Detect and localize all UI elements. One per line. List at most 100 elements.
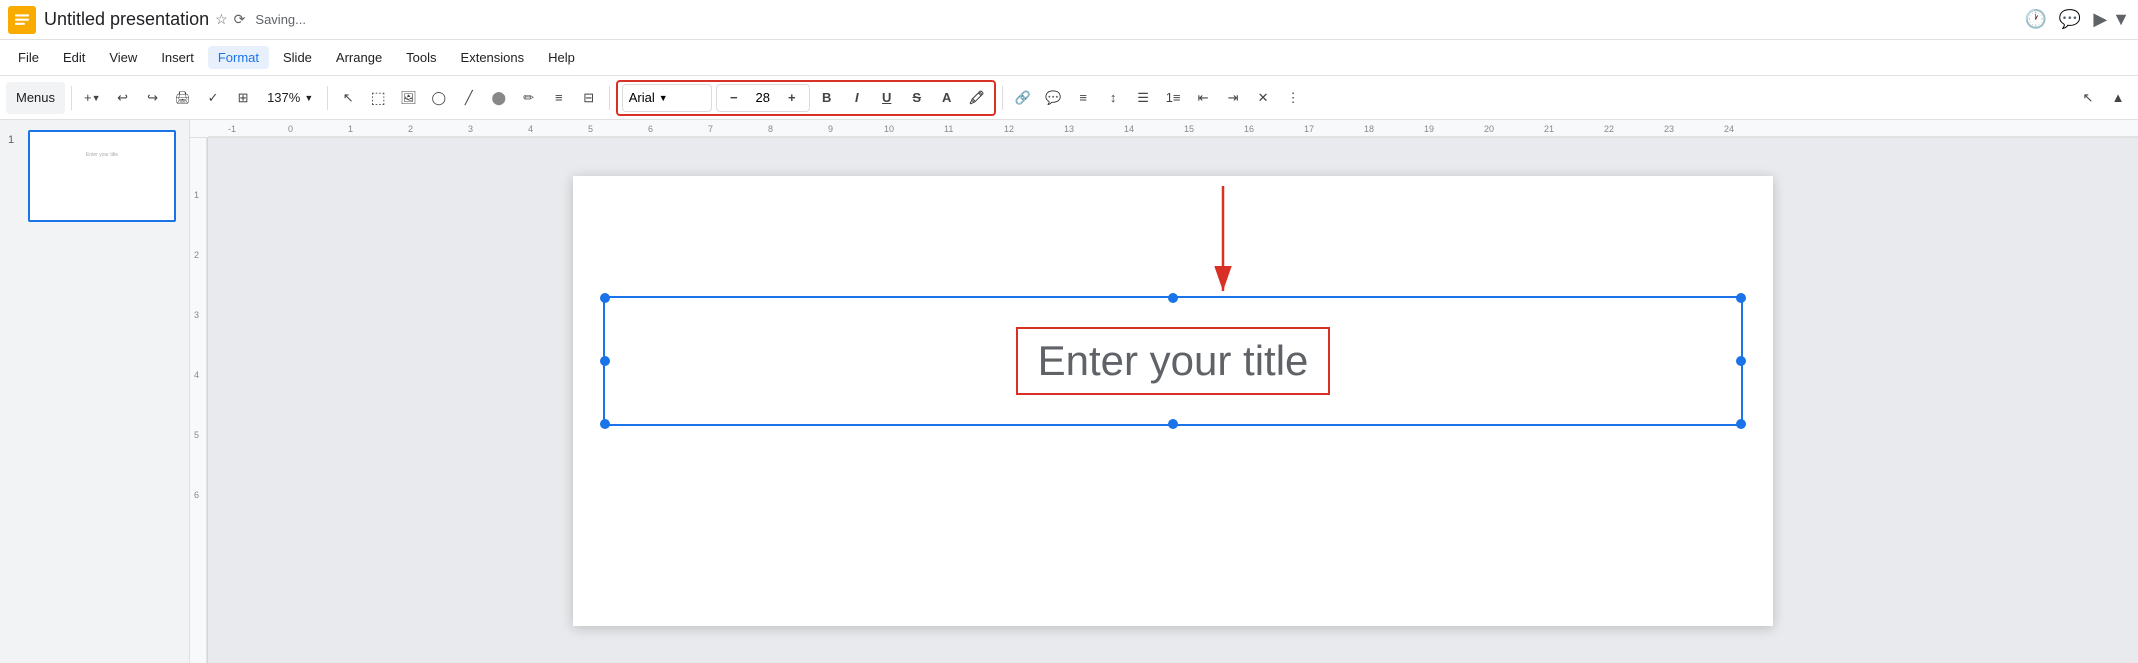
link-button[interactable]: 🔗 xyxy=(1009,82,1037,114)
strikethrough-button[interactable]: S xyxy=(904,85,930,111)
menu-help[interactable]: Help xyxy=(538,46,585,69)
bold-button[interactable]: B xyxy=(814,85,840,111)
handle-middle-right[interactable] xyxy=(1736,356,1746,366)
svg-text:1: 1 xyxy=(348,124,353,134)
handle-top-left[interactable] xyxy=(600,293,610,303)
font-size-input[interactable] xyxy=(749,90,777,105)
svg-text:12: 12 xyxy=(1004,124,1014,134)
handle-bottom-left[interactable] xyxy=(600,419,610,429)
menu-slide[interactable]: Slide xyxy=(273,46,322,69)
handle-bottom-right[interactable] xyxy=(1736,419,1746,429)
svg-text:4: 4 xyxy=(194,370,199,380)
svg-text:8: 8 xyxy=(768,124,773,134)
svg-text:11: 11 xyxy=(944,124,953,134)
handle-top-right[interactable] xyxy=(1736,293,1746,303)
comments-icon[interactable]: 💬 xyxy=(2059,9,2081,30)
indent-increase[interactable]: ⇥ xyxy=(1219,82,1247,114)
undo-button[interactable]: ↩ xyxy=(109,82,137,114)
font-size-decrease[interactable]: − xyxy=(721,85,747,111)
svg-text:21: 21 xyxy=(1544,124,1554,134)
line-height-button[interactable]: ↕ xyxy=(1099,82,1127,114)
present-button[interactable]: ▶ ▼ xyxy=(2093,9,2130,30)
handle-top-middle[interactable] xyxy=(1168,293,1178,303)
zoom-selector[interactable]: 137% ▼ xyxy=(259,86,321,109)
print-button[interactable]: 🖨 xyxy=(169,82,198,114)
svg-text:23: 23 xyxy=(1664,124,1674,134)
slide-thumbnail-1[interactable]: Enter your title xyxy=(28,130,176,222)
cursor-button[interactable]: ↖ xyxy=(2074,82,2102,114)
star-icon[interactable]: ☆ xyxy=(215,11,228,28)
toolbar: Menus + ▼ ↩ ↪ 🖨 ✓ ⊞ 137% ▼ ↖ ⬚ 🖼 ◯ ╱ ⬤ ✏… xyxy=(0,76,2138,120)
svg-text:22: 22 xyxy=(1604,124,1614,134)
indent-decrease[interactable]: ⇤ xyxy=(1189,82,1217,114)
svg-text:15: 15 xyxy=(1184,124,1194,134)
spellcheck-button[interactable]: ✓ xyxy=(199,82,227,114)
handle-bottom-middle[interactable] xyxy=(1168,419,1178,429)
top-right-controls: 🕐 💬 ▶ ▼ xyxy=(2024,9,2130,30)
svg-text:4: 4 xyxy=(528,124,533,134)
align-button[interactable]: ≡ xyxy=(545,82,573,114)
more-options-button[interactable]: ⋮ xyxy=(1279,82,1307,114)
line-button[interactable]: ╱ xyxy=(455,82,483,114)
title-bar: Untitled presentation ☆ ⟳ Saving... 🕐 💬 … xyxy=(0,0,2138,40)
svg-text:0: 0 xyxy=(288,124,293,134)
zoom-value: 137% xyxy=(267,90,300,105)
menu-extensions[interactable]: Extensions xyxy=(451,46,535,69)
add-button[interactable]: + ▼ xyxy=(78,82,107,114)
image-button[interactable]: 🖼 xyxy=(394,82,423,114)
svg-text:10: 10 xyxy=(884,124,894,134)
svg-text:3: 3 xyxy=(468,124,473,134)
divider-3 xyxy=(609,86,610,110)
canvas-area: -1 0 1 2 3 4 5 6 7 8 9 10 11 12 13 14 15… xyxy=(190,120,2138,663)
select-button[interactable]: ⬚ xyxy=(364,82,392,114)
ordered-list-button[interactable]: 1≡ xyxy=(1159,82,1187,114)
handle-middle-left[interactable] xyxy=(600,356,610,366)
zoom-chevron: ▼ xyxy=(304,93,313,103)
zoom-fit-button[interactable]: ⊞ xyxy=(229,82,257,114)
add-icon: + xyxy=(84,90,92,105)
distribute-button[interactable]: ⊟ xyxy=(575,82,603,114)
svg-text:13: 13 xyxy=(1064,124,1074,134)
slide-canvas[interactable]: Enter your title xyxy=(208,138,2138,663)
redo-button[interactable]: ↪ xyxy=(139,82,167,114)
text-color-button[interactable]: A xyxy=(934,85,960,111)
title-textbox[interactable]: Enter your title xyxy=(603,296,1743,426)
menus-button[interactable]: Menus xyxy=(6,82,65,114)
slide-panel: 1 Enter your title xyxy=(0,120,190,663)
fill-button[interactable]: ⬤ xyxy=(485,82,513,114)
svg-text:9: 9 xyxy=(828,124,833,134)
menu-insert[interactable]: Insert xyxy=(151,46,204,69)
menu-edit[interactable]: Edit xyxy=(53,46,95,69)
svg-text:17: 17 xyxy=(1304,124,1314,134)
menu-format[interactable]: Format xyxy=(208,46,269,69)
menu-tools[interactable]: Tools xyxy=(396,46,446,69)
menu-arrange[interactable]: Arrange xyxy=(326,46,392,69)
version-history-icon[interactable]: 🕐 xyxy=(2024,9,2046,30)
text-align-button[interactable]: ≡ xyxy=(1069,82,1097,114)
menu-file[interactable]: File xyxy=(8,46,49,69)
comment-button[interactable]: 💬 xyxy=(1039,82,1067,114)
font-size-increase[interactable]: + xyxy=(779,85,805,111)
clear-format-button[interactable]: ✕ xyxy=(1249,82,1277,114)
main-area: 1 Enter your title -1 0 1 2 3 4 5 6 7 8 xyxy=(0,120,2138,663)
font-name-selector[interactable]: Arial ▼ xyxy=(622,84,712,112)
doc-title[interactable]: Untitled presentation xyxy=(44,9,209,30)
pointer-button[interactable]: ↖ xyxy=(334,82,362,114)
history-icon[interactable]: ⟳ xyxy=(234,11,246,28)
menus-label: Menus xyxy=(16,90,55,105)
underline-button[interactable]: U xyxy=(874,85,900,111)
italic-button[interactable]: I xyxy=(844,85,870,111)
divider-1 xyxy=(71,86,72,110)
font-chevron: ▼ xyxy=(659,93,668,103)
svg-text:1: 1 xyxy=(194,190,199,200)
highlight-button[interactable]: 🖍 xyxy=(964,85,990,111)
pen-button[interactable]: ✏ xyxy=(515,82,543,114)
list-button[interactable]: ☰ xyxy=(1129,82,1157,114)
slide-thumb-title: Enter your title xyxy=(38,152,166,158)
svg-text:2: 2 xyxy=(408,124,413,134)
expand-button[interactable]: ▲ xyxy=(2104,82,2132,114)
shapes-button[interactable]: ◯ xyxy=(425,82,453,114)
font-name-label: Arial xyxy=(629,90,655,105)
menu-view[interactable]: View xyxy=(99,46,147,69)
svg-text:2: 2 xyxy=(194,250,199,260)
